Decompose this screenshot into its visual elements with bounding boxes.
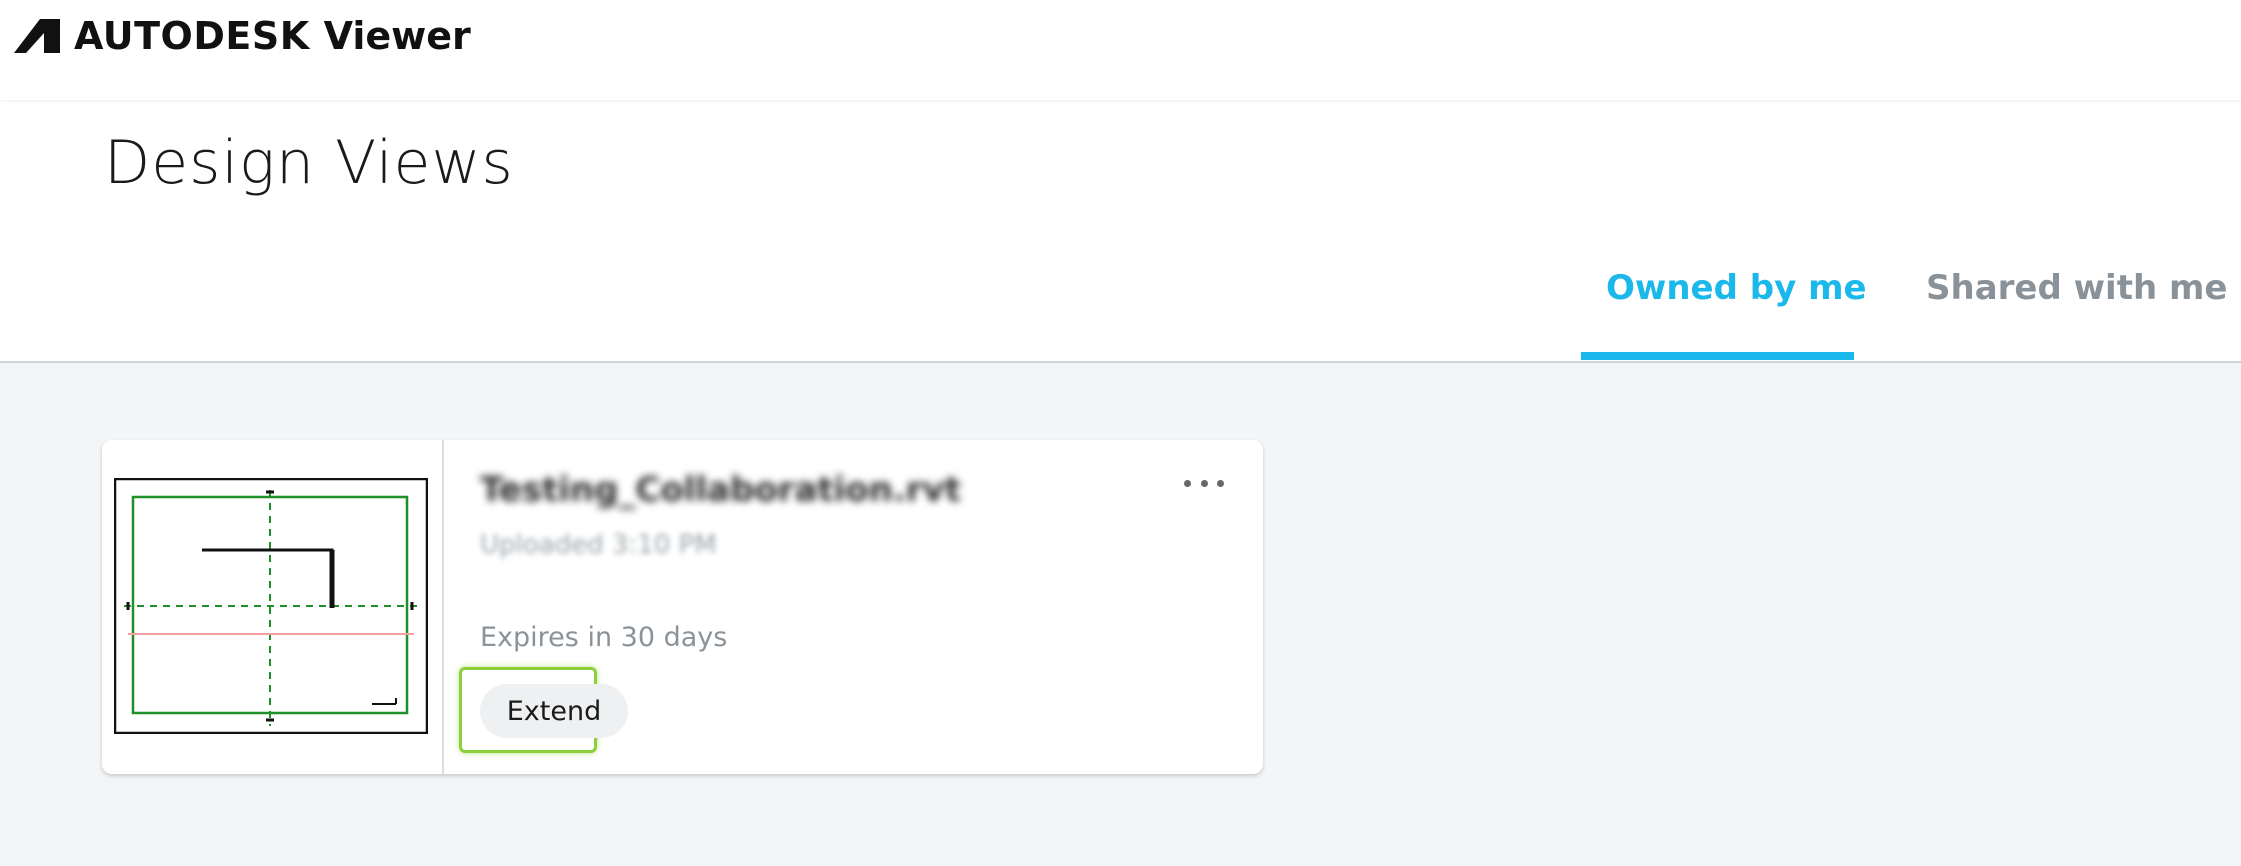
product-name: Viewer bbox=[323, 14, 471, 58]
design-card[interactable]: Testing_Collaboration.rvt Uploaded 3:10 … bbox=[102, 440, 1263, 774]
tab-shared-with-me[interactable]: Shared with me bbox=[1926, 263, 2227, 313]
tab-owned-by-me[interactable]: Owned by me bbox=[1606, 263, 1867, 313]
design-thumbnail[interactable] bbox=[102, 440, 444, 774]
page-title: Design Views bbox=[104, 128, 514, 198]
autodesk-mark-icon bbox=[14, 19, 60, 53]
expiry-notice: Expires in 30 days bbox=[480, 622, 728, 653]
top-bar: AUTODESK Viewer bbox=[0, 0, 2241, 100]
more-horizontal-icon bbox=[1184, 479, 1191, 487]
more-horizontal-icon bbox=[1200, 479, 1208, 487]
extend-button[interactable]: Extend bbox=[480, 684, 628, 738]
more-options-button[interactable] bbox=[1174, 468, 1234, 498]
file-name[interactable]: Testing_Collaboration.rvt bbox=[480, 470, 961, 510]
more-horizontal-icon bbox=[1217, 479, 1224, 487]
upload-time: Uploaded 3:10 PM bbox=[480, 530, 717, 560]
brand-name: AUTODESK bbox=[74, 14, 310, 58]
autodesk-logo[interactable]: AUTODESK Viewer bbox=[14, 14, 471, 58]
floor-plan-thumbnail bbox=[114, 478, 428, 734]
active-tab-indicator bbox=[1581, 352, 1854, 360]
